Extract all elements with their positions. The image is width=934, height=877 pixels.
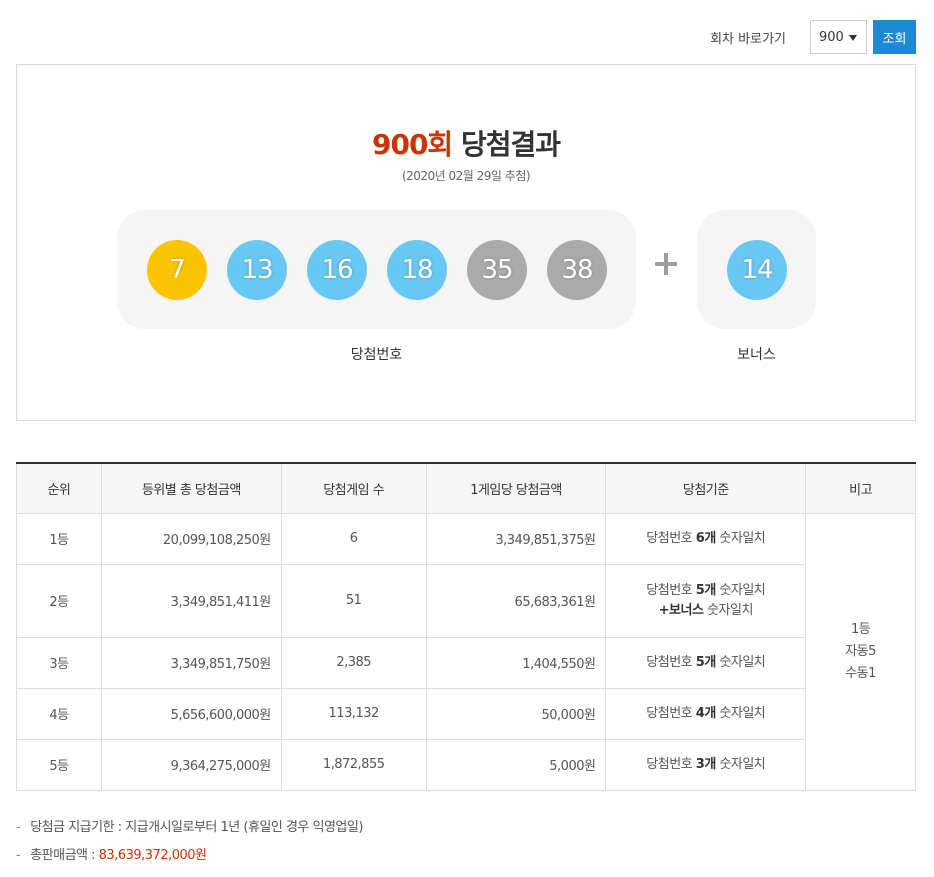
round-select-value: 900 <box>819 29 844 45</box>
plus-icon <box>653 251 679 277</box>
per-game-prize-cell: 65,683,361원 <box>425 563 607 638</box>
column-header: 비고 <box>805 463 916 514</box>
total-sales-label: 총판매금액 : <box>30 848 99 863</box>
winner-count-cell: 51 <box>280 563 427 638</box>
bonus-ball: 14 <box>727 240 787 300</box>
title-suffix: 당첨결과 <box>460 128 561 161</box>
round-shortcut-label: 회차 바로가기 <box>710 31 786 47</box>
winner-count-cell: 2,385 <box>280 636 427 689</box>
winning-ball-6: 38 <box>547 240 607 300</box>
page-title: 900회 당첨결과 <box>17 123 915 163</box>
table-row: 5등 9,364,275,000원 1,872,855 5,000원 당첨번호 … <box>16 738 916 791</box>
criteria-cell: 당첨번호 6개 숫자일치 <box>605 512 807 565</box>
rank-cell: 4등 <box>16 687 102 740</box>
round-select[interactable]: 900 <box>810 20 867 54</box>
per-game-prize-cell: 50,000원 <box>425 687 607 740</box>
total-prize-cell: 20,099,108,250원 <box>100 512 282 565</box>
list-item: - 총판매금액 : 83,639,372,000원 <box>16 848 207 863</box>
per-game-prize-cell: 3,349,851,375원 <box>425 512 607 565</box>
chevron-down-icon <box>849 35 857 41</box>
rank-cell: 2등 <box>16 563 102 638</box>
bonus-number-panel: 14 <box>697 210 816 329</box>
winning-numbers-caption: 당첨번호 <box>350 347 403 363</box>
payment-deadline-text: 당첨금 지급기한 : 지급개시일로부터 1년 (휴일인 경우 익영업일) <box>30 820 363 835</box>
winner-count-cell: 6 <box>280 512 427 565</box>
round-navigator: 회차 바로가기 900 조회 <box>710 20 916 54</box>
table-row: 4등 5,656,600,000원 113,132 50,000원 당첨번호 4… <box>16 687 916 740</box>
per-game-prize-cell: 5,000원 <box>425 738 607 791</box>
list-item: - 당첨금 지급기한 : 지급개시일로부터 1년 (휴일인 경우 익영업일) <box>16 820 363 835</box>
bonus-caption: 보너스 <box>737 347 776 363</box>
draw-result-panel: 900회 당첨결과 (2020년 02월 29일 추첨) 7 13 16 18 … <box>16 64 916 421</box>
table-header-row: 순위 등위별 총 당첨금액 당첨게임 수 1게임당 당첨금액 당첨기준 비고 <box>16 463 916 514</box>
winner-count-cell: 113,132 <box>280 687 427 740</box>
total-prize-cell: 9,364,275,000원 <box>100 738 282 791</box>
total-prize-cell: 5,656,600,000원 <box>100 687 282 740</box>
criteria-cell: 당첨번호 5개 숫자일치 +보너스 숫자일치 <box>605 563 807 638</box>
winner-count-cell: 1,872,855 <box>280 738 427 791</box>
prize-table: 순위 등위별 총 당첨금액 당첨게임 수 1게임당 당첨금액 당첨기준 비고 1… <box>16 462 916 791</box>
criteria-cell: 당첨번호 4개 숫자일치 <box>605 687 807 740</box>
winning-ball-3: 16 <box>307 240 367 300</box>
criteria-cell: 당첨번호 5개 숫자일치 <box>605 636 807 689</box>
rank-cell: 3등 <box>16 636 102 689</box>
rank-cell: 5등 <box>16 738 102 791</box>
total-prize-cell: 3,349,851,750원 <box>100 636 282 689</box>
view-button[interactable]: 조회 <box>873 20 916 54</box>
column-header: 당첨기준 <box>605 463 807 514</box>
draw-date: (2020년 02월 29일 추첨) <box>401 169 531 183</box>
column-header: 순위 <box>16 463 102 514</box>
column-header: 당첨게임 수 <box>280 463 427 514</box>
note-cell: 1등 자동5 수동1 <box>805 512 916 791</box>
column-header: 1게임당 당첨금액 <box>425 463 607 514</box>
rank-cell: 1등 <box>16 512 102 565</box>
winning-numbers-panel: 7 13 16 18 35 38 <box>117 210 636 329</box>
round-number: 900회 <box>371 128 453 161</box>
winning-ball-5: 35 <box>467 240 527 300</box>
total-prize-cell: 3,349,851,411원 <box>100 563 282 638</box>
column-header: 등위별 총 당첨금액 <box>100 463 282 514</box>
table-row: 2등 3,349,851,411원 51 65,683,361원 당첨번호 5개… <box>16 563 916 638</box>
per-game-prize-cell: 1,404,550원 <box>425 636 607 689</box>
winning-ball-2: 13 <box>227 240 287 300</box>
table-row: 1등 20,099,108,250원 6 3,349,851,375원 당첨번호… <box>16 512 916 791</box>
criteria-cell: 당첨번호 3개 숫자일치 <box>605 738 807 791</box>
winning-ball-4: 18 <box>387 240 447 300</box>
winning-ball-1: 7 <box>147 240 207 300</box>
table-row: 3등 3,349,851,750원 2,385 1,404,550원 당첨번호 … <box>16 636 916 689</box>
total-sales-amount: 83,639,372,000원 <box>98 848 207 863</box>
footnote-list: - 당첨금 지급기한 : 지급개시일로부터 1년 (휴일인 경우 익영업일) -총… <box>16 818 363 874</box>
